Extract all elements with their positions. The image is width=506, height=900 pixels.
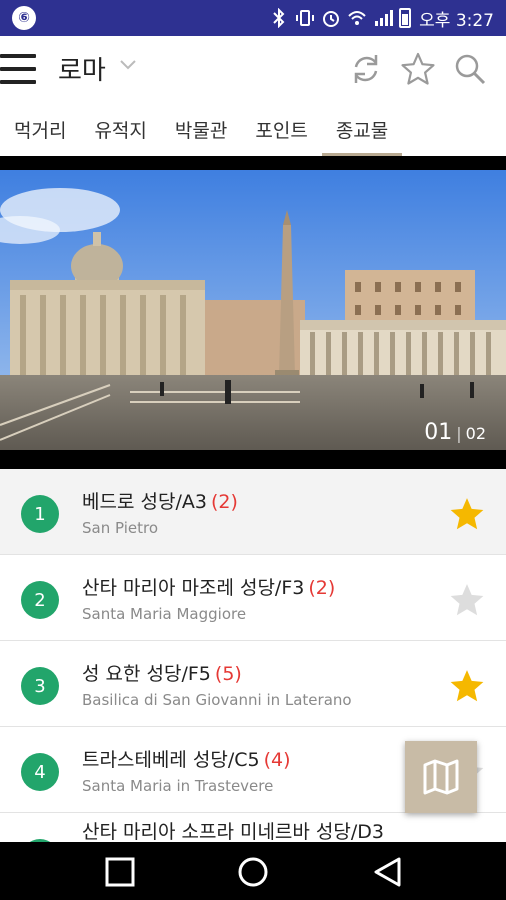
bluetooth-icon xyxy=(269,8,289,28)
item-subtitle: Santa Maria in Trastevere xyxy=(82,777,274,795)
list-item[interactable]: 5 산타 마리아 소프라 미네르바 성당/D3 xyxy=(0,813,506,842)
tab-museums[interactable]: 박물관 xyxy=(161,102,241,156)
item-title: 산타 마리아 마조레 성당/F3 (2) xyxy=(82,573,335,600)
chevron-down-icon[interactable] xyxy=(118,54,138,74)
item-title-text: 산타 마리아 소프라 미네르바 성당/D3 xyxy=(82,821,384,842)
item-number-badge: 2 xyxy=(21,581,59,619)
favorite-star-icon[interactable] xyxy=(448,581,486,619)
city-selector[interactable]: 로마 xyxy=(58,50,106,87)
status-bar: ⑥ 오후 3:27 xyxy=(0,0,506,36)
favorite-star-icon[interactable] xyxy=(448,667,486,705)
item-count: (4) xyxy=(263,749,291,771)
star-icon[interactable] xyxy=(400,51,436,87)
photo-pager: 01 | 02 xyxy=(424,420,486,445)
item-title: 트라스테베레 성당/C5 (4) xyxy=(82,745,291,772)
item-subtitle: San Pietro xyxy=(82,519,158,537)
app-bar: 로마 xyxy=(0,36,506,102)
alarm-icon xyxy=(321,8,341,28)
recent-apps-icon[interactable] xyxy=(104,856,136,888)
item-title-text: 산타 마리아 마조레 성당/F3 xyxy=(82,577,305,599)
item-title: 베드로 성당/A3 (2) xyxy=(82,487,238,514)
list-item[interactable]: 3 성 요한 성당/F5 (5) Basilica di San Giovanni… xyxy=(0,641,506,727)
item-title: 성 요한 성당/F5 (5) xyxy=(82,659,242,686)
item-subtitle: Basilica di San Giovanni in Laterano xyxy=(82,691,352,709)
tab-points[interactable]: 포인트 xyxy=(241,102,321,156)
list-item[interactable]: 1 베드로 성당/A3 (2) San Pietro xyxy=(0,469,506,555)
category-tabs: 먹거리 유적지 박물관 포인트 종교물 xyxy=(0,102,506,156)
item-number-badge: 4 xyxy=(21,753,59,791)
item-number-badge: 3 xyxy=(21,667,59,705)
wifi-icon xyxy=(347,8,367,28)
item-title-text: 트라스테베레 성당/C5 xyxy=(82,749,260,771)
item-count: (5) xyxy=(214,663,242,685)
vibrate-icon xyxy=(295,8,315,28)
item-number-badge: 1 xyxy=(21,495,59,533)
notification-icon: ⑥ xyxy=(12,6,36,30)
list-item[interactable]: 2 산타 마리아 마조레 성당/F3 (2) Santa Maria Maggio… xyxy=(0,555,506,641)
map-button[interactable] xyxy=(405,741,477,813)
st-peters-square-photo xyxy=(0,170,506,450)
tab-food[interactable]: 먹거리 xyxy=(0,102,80,156)
item-title-text: 베드로 성당/A3 xyxy=(82,491,207,513)
system-nav-bar xyxy=(0,842,506,900)
item-count: (2) xyxy=(210,491,238,513)
home-icon[interactable] xyxy=(237,856,269,888)
status-icons: 오후 3:27 xyxy=(269,0,494,36)
refresh-icon[interactable] xyxy=(348,51,384,87)
status-time: 오후 3:27 xyxy=(419,10,494,31)
item-title-text: 성 요한 성당/F5 xyxy=(82,663,211,685)
tab-ruins[interactable]: 유적지 xyxy=(80,102,160,156)
menu-icon[interactable] xyxy=(0,54,38,84)
map-icon xyxy=(423,759,459,795)
photo-carousel[interactable]: 01 | 02 xyxy=(0,156,506,469)
battery-icon xyxy=(399,8,412,28)
favorite-star-icon[interactable] xyxy=(448,495,486,533)
search-icon[interactable] xyxy=(452,51,488,87)
pager-current: 01 xyxy=(424,420,453,445)
pager-divider: | xyxy=(456,424,462,443)
signal-icon xyxy=(373,8,394,28)
item-title: 산타 마리아 소프라 미네르바 성당/D3 xyxy=(82,817,384,842)
item-count: (2) xyxy=(308,577,336,599)
item-subtitle: Santa Maria Maggiore xyxy=(82,605,247,623)
back-icon[interactable] xyxy=(372,856,404,888)
tab-religious[interactable]: 종교물 xyxy=(321,102,403,156)
pager-total: 02 xyxy=(465,424,486,443)
